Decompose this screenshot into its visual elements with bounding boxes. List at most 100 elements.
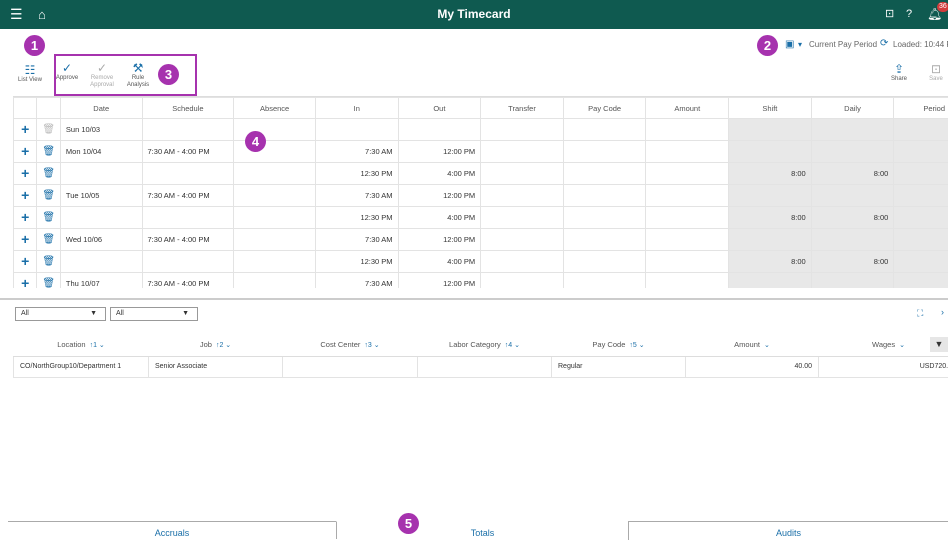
- tab-audits[interactable]: Audits: [628, 522, 948, 540]
- table-cell[interactable]: [563, 141, 646, 163]
- table-cell[interactable]: [894, 119, 948, 141]
- sort-icon[interactable]: ↑2 ⌄: [216, 342, 231, 349]
- table-cell[interactable]: [481, 119, 564, 141]
- table-cell[interactable]: 7:30 AM - 4:00 PM: [142, 229, 234, 251]
- col-amount[interactable]: Amount: [646, 98, 729, 119]
- col-date[interactable]: Date: [60, 98, 142, 119]
- col-wages[interactable]: Wages⌄: [819, 334, 948, 356]
- add-icon[interactable]: +: [21, 121, 29, 137]
- trash-icon[interactable]: 🗑︎: [42, 190, 55, 201]
- trash-icon[interactable]: 🗑︎: [42, 168, 55, 179]
- table-cell[interactable]: Sun 10/03: [60, 119, 142, 141]
- table-cell[interactable]: [563, 163, 646, 185]
- table-cell[interactable]: [729, 229, 812, 251]
- table-cell[interactable]: 🗑︎: [37, 207, 60, 229]
- table-cell[interactable]: 12:30 PM: [315, 251, 398, 273]
- table-cell[interactable]: [481, 207, 564, 229]
- trash-icon[interactable]: 🗑︎: [42, 124, 55, 135]
- share-button[interactable]: ⇪ Share: [886, 62, 912, 83]
- table-cell[interactable]: 24:00: [894, 251, 948, 273]
- table-row[interactable]: +🗑︎12:30 PM4:00 PM8:008:0016:00: [14, 207, 948, 229]
- table-cell[interactable]: 7:30 AM - 4:00 PM: [142, 185, 234, 207]
- table-cell[interactable]: 🗑︎: [37, 141, 60, 163]
- table-cell[interactable]: 🗑︎: [37, 119, 60, 141]
- table-cell[interactable]: [646, 207, 729, 229]
- table-row[interactable]: +🗑︎Mon 10/047:30 AM - 4:00 PM7:30 AM12:0…: [14, 141, 948, 163]
- col-pay-code[interactable]: Pay Code: [563, 98, 646, 119]
- table-cell[interactable]: 🗑︎: [37, 273, 60, 289]
- table-cell[interactable]: [563, 119, 646, 141]
- table-cell[interactable]: [142, 119, 234, 141]
- col-cost-center[interactable]: Cost Center↑3 ⌄: [283, 334, 418, 356]
- table-cell[interactable]: +: [14, 251, 37, 273]
- table-cell[interactable]: [729, 119, 812, 141]
- table-cell[interactable]: +: [14, 163, 37, 185]
- col-transfer[interactable]: Transfer: [481, 98, 564, 119]
- save-button[interactable]: ⊡ Save: [925, 62, 947, 83]
- table-cell[interactable]: 8:00: [729, 207, 812, 229]
- table-cell[interactable]: [481, 141, 564, 163]
- table-cell[interactable]: Mon 10/04: [60, 141, 142, 163]
- table-cell[interactable]: [646, 163, 729, 185]
- calendar-icon[interactable]: ▣: [785, 39, 794, 50]
- table-cell[interactable]: 7:30 AM - 4:00 PM: [142, 141, 234, 163]
- table-cell[interactable]: [811, 141, 894, 163]
- table-row[interactable]: +🗑︎Wed 10/067:30 AM - 4:00 PM 7:30 AM12:0…: [14, 229, 948, 251]
- table-cell[interactable]: [481, 163, 564, 185]
- table-cell[interactable]: [563, 273, 646, 289]
- table-cell[interactable]: [60, 163, 142, 185]
- table-row[interactable]: +🗑︎Thu 10/077:30 AM - 4:00 PM7:30 AM12:0…: [14, 273, 948, 289]
- col-schedule[interactable]: Schedule: [142, 98, 234, 119]
- table-cell[interactable]: 🗑︎: [37, 229, 60, 251]
- table-cell[interactable]: [142, 163, 234, 185]
- sort-icon[interactable]: ↑1 ⌄: [90, 342, 105, 349]
- table-cell[interactable]: +: [14, 229, 37, 251]
- table-cell[interactable]: [894, 229, 948, 251]
- table-cell[interactable]: [646, 141, 729, 163]
- col-out[interactable]: Out: [398, 98, 481, 119]
- table-cell[interactable]: 🗑︎: [37, 163, 60, 185]
- table-cell[interactable]: 12:00 PM: [398, 141, 481, 163]
- table-cell[interactable]: [894, 273, 948, 289]
- table-cell[interactable]: 8:00: [894, 163, 948, 185]
- table-cell[interactable]: [234, 163, 316, 185]
- add-icon[interactable]: +: [21, 275, 29, 289]
- table-cell[interactable]: 16:00: [894, 207, 948, 229]
- table-cell[interactable]: 8:00: [811, 207, 894, 229]
- table-cell[interactable]: [563, 185, 646, 207]
- trash-icon[interactable]: 🗑︎: [42, 146, 55, 157]
- table-cell[interactable]: 12:00 PM: [398, 229, 481, 251]
- col-labor-category[interactable]: Labor Category↑4 ⌄: [418, 334, 552, 356]
- table-cell[interactable]: [60, 207, 142, 229]
- table-row[interactable]: +🗑︎12:30 PM4:00 PM8:008:0024:00: [14, 251, 948, 273]
- table-cell[interactable]: [481, 229, 564, 251]
- table-cell[interactable]: [481, 185, 564, 207]
- table-cell[interactable]: Wed 10/06: [60, 229, 142, 251]
- table-cell[interactable]: 7:30 AM: [315, 229, 398, 251]
- table-cell[interactable]: +: [14, 119, 37, 141]
- pay-period-select[interactable]: Current Pay Period: [809, 40, 877, 49]
- table-cell[interactable]: 8:00: [811, 251, 894, 273]
- refresh-icon[interactable]: ⟳: [880, 38, 888, 49]
- table-cell[interactable]: [811, 229, 894, 251]
- panel-divider[interactable]: [0, 298, 948, 300]
- table-cell[interactable]: [894, 185, 948, 207]
- add-icon[interactable]: +: [21, 209, 29, 225]
- col-absence[interactable]: Absence: [234, 98, 316, 119]
- table-cell[interactable]: 4:00 PM: [398, 163, 481, 185]
- table-cell[interactable]: 7:30 AM: [315, 141, 398, 163]
- sort-icon[interactable]: ⌄: [899, 342, 905, 349]
- table-cell[interactable]: [646, 119, 729, 141]
- add-icon[interactable]: +: [21, 187, 29, 203]
- approve-button[interactable]: ✓ Approve: [55, 61, 79, 82]
- sort-icon[interactable]: ↑4 ⌄: [505, 342, 520, 349]
- table-row[interactable]: +🗑︎12:30 PM4:00 PM8:008:008:00: [14, 163, 948, 185]
- expand-icon[interactable]: ⛶: [917, 308, 923, 319]
- table-row[interactable]: CO/NorthGroup10/Department 1 Senior Asso…: [14, 356, 948, 377]
- table-cell[interactable]: +: [14, 273, 37, 289]
- col-daily[interactable]: Daily: [811, 98, 894, 119]
- table-cell[interactable]: [563, 251, 646, 273]
- table-cell[interactable]: [315, 119, 398, 141]
- table-cell[interactable]: 12:00 PM: [398, 185, 481, 207]
- sort-icon[interactable]: ↑5 ⌄: [629, 342, 644, 349]
